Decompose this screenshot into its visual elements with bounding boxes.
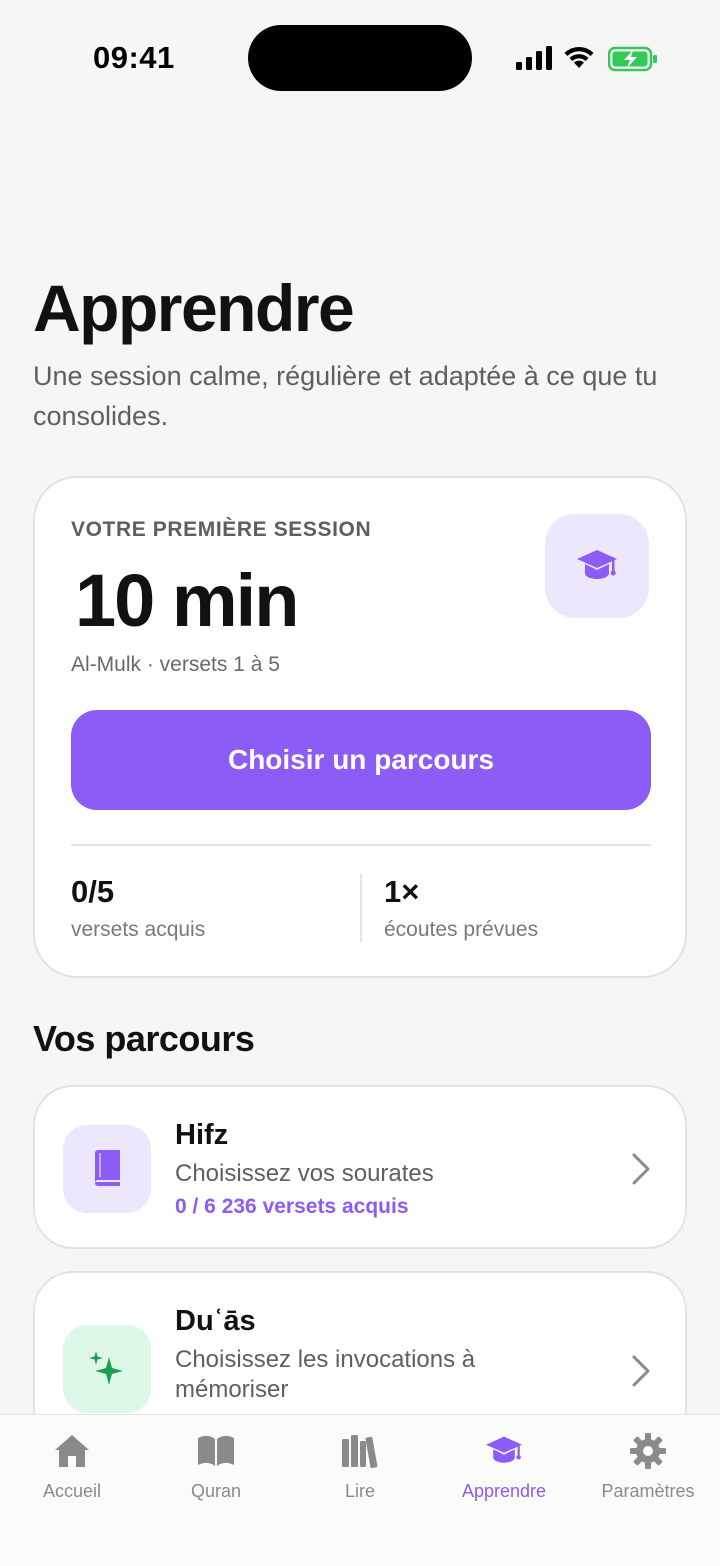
page-subtitle: Une session calme, régulière et adaptée … — [33, 361, 658, 431]
choose-path-button[interactable]: Choisir un parcours — [71, 710, 651, 810]
card-divider — [71, 844, 651, 846]
graduation-cap-icon — [577, 550, 617, 579]
tab-bar: Accueil Quran Lire Apprendre Paramètres — [0, 1414, 720, 1566]
tab-label: Apprendre — [461, 1481, 547, 1501]
path-icon-box — [63, 1325, 151, 1413]
session-meta: Al-Mulk · versets 1 à 5 — [71, 653, 280, 676]
path-title: Duʿās — [175, 1305, 256, 1337]
tab-label: Quran — [190, 1481, 242, 1501]
session-duration: 10 min — [75, 559, 299, 642]
tab-apprendre[interactable]: Apprendre — [432, 1415, 576, 1566]
first-session-card: VOTRE PREMIÈRE SESSION 10 min Al-Mulk · … — [33, 476, 687, 978]
tab-quran[interactable]: Quran — [144, 1415, 288, 1566]
graduation-cap-icon — [484, 1431, 524, 1471]
tab-lire[interactable]: Lire — [288, 1415, 432, 1566]
chevron-right-icon — [632, 1153, 650, 1185]
status-time: 09:41 — [93, 40, 175, 75]
dynamic-island — [248, 25, 472, 91]
stat-label: versets acquis — [71, 918, 206, 941]
tab-label: Accueil — [42, 1481, 102, 1501]
page-title: Apprendre — [33, 271, 355, 345]
book-icon — [95, 1150, 120, 1186]
session-badge — [545, 514, 649, 618]
session-eyebrow: VOTRE PREMIÈRE SESSION — [71, 518, 372, 541]
tab-accueil[interactable]: Accueil — [0, 1415, 144, 1566]
chevron-right-icon — [632, 1355, 650, 1387]
stat-separator — [360, 874, 362, 942]
stat-planned-listens: 1× écoutes prévues — [384, 874, 538, 942]
path-icon-box — [63, 1125, 151, 1213]
gear-icon — [628, 1431, 668, 1471]
status-bar: 09:41 — [0, 0, 720, 116]
stat-value: 1× — [384, 874, 420, 909]
tab-label: Paramètres — [601, 1481, 695, 1501]
tab-parametres[interactable]: Paramètres — [576, 1415, 720, 1566]
section-title-parcours: Vos parcours — [33, 1018, 255, 1059]
stat-verses-acquired: 0/5 versets acquis — [71, 874, 205, 942]
stat-label: écoutes prévues — [384, 918, 539, 941]
sparkles-icon — [89, 1351, 123, 1385]
home-icon — [52, 1431, 92, 1471]
wifi-icon — [564, 46, 594, 68]
path-card-hifz[interactable]: Hifz Choisissez vos sourates 0 / 6 236 v… — [33, 1085, 687, 1249]
cellular-signal-icon — [516, 46, 552, 70]
path-description: Choisissez vos sourates — [175, 1160, 434, 1187]
open-book-icon — [196, 1431, 236, 1471]
stat-value: 0/5 — [71, 874, 115, 909]
library-icon — [340, 1431, 380, 1471]
battery-charging-icon — [608, 46, 657, 72]
path-progress: 0 / 6 236 versets acquis — [175, 1195, 409, 1218]
path-title: Hifz — [175, 1119, 229, 1151]
path-description: Choisissez les invocations à mémoriser — [175, 1346, 476, 1403]
tab-label: Lire — [344, 1481, 375, 1501]
